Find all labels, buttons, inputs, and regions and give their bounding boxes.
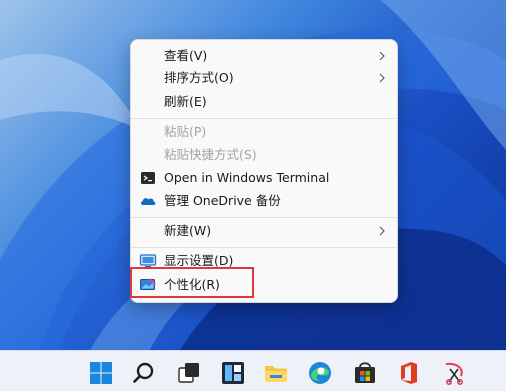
menu-item-paste[interactable]: 粘贴(P) (135, 121, 393, 143)
menu-item-view[interactable]: 查看(V) (135, 45, 393, 67)
chevron-right-icon (379, 226, 385, 236)
menu-item-label: 显示设置(D) (164, 253, 234, 268)
menu-item-open-terminal[interactable]: Open in Windows Terminal (135, 167, 393, 189)
search-icon[interactable] (131, 360, 157, 386)
onedrive-cloud-icon (140, 198, 156, 205)
widgets-icon[interactable] (220, 360, 246, 386)
menu-item-label: 新建(W) (164, 223, 212, 238)
menu-item-onedrive[interactable]: 管理 OneDrive 备份 (135, 190, 393, 212)
menu-item-paste-shortcut[interactable]: 粘贴快捷方式(S) (135, 144, 393, 166)
menu-separator (131, 217, 397, 218)
display-settings-icon (139, 254, 157, 268)
snipping-tool-icon[interactable] (441, 360, 467, 386)
menu-item-label: 管理 OneDrive 备份 (164, 193, 281, 208)
microsoft-store-icon[interactable] (352, 360, 378, 386)
personalize-icon (140, 278, 156, 290)
chevron-right-icon (379, 51, 385, 61)
menu-item-label: 个性化(R) (164, 277, 220, 292)
file-explorer-icon[interactable] (263, 360, 289, 386)
menu-separator (131, 118, 397, 119)
menu-item-label: Open in Windows Terminal (164, 170, 330, 185)
menu-item-label: 粘贴快捷方式(S) (164, 147, 257, 162)
menu-item-refresh[interactable]: 刷新(E) (135, 91, 393, 113)
menu-item-sort[interactable]: 排序方式(O) (135, 67, 393, 89)
office-icon[interactable] (396, 360, 422, 386)
windows-start-icon[interactable] (88, 360, 114, 386)
menu-item-label: 查看(V) (164, 48, 208, 63)
menu-item-label: 刷新(E) (164, 94, 207, 109)
desktop-context-menu: 查看(V) 排序方式(O) 刷新(E) 粘贴(P) 粘贴快捷方式(S) Open… (130, 39, 398, 303)
menu-item-personalize[interactable]: 个性化(R) (135, 274, 393, 296)
menu-item-new[interactable]: 新建(W) (135, 220, 393, 242)
chevron-right-icon (379, 73, 385, 83)
taskbar (0, 350, 506, 391)
terminal-icon (141, 172, 155, 184)
menu-item-display-settings[interactable]: 显示设置(D) (135, 250, 393, 272)
menu-separator (131, 247, 397, 248)
menu-item-label: 排序方式(O) (164, 70, 234, 85)
edge-icon[interactable] (307, 360, 333, 386)
task-view-icon[interactable] (176, 360, 202, 386)
menu-item-label: 粘贴(P) (164, 124, 207, 139)
